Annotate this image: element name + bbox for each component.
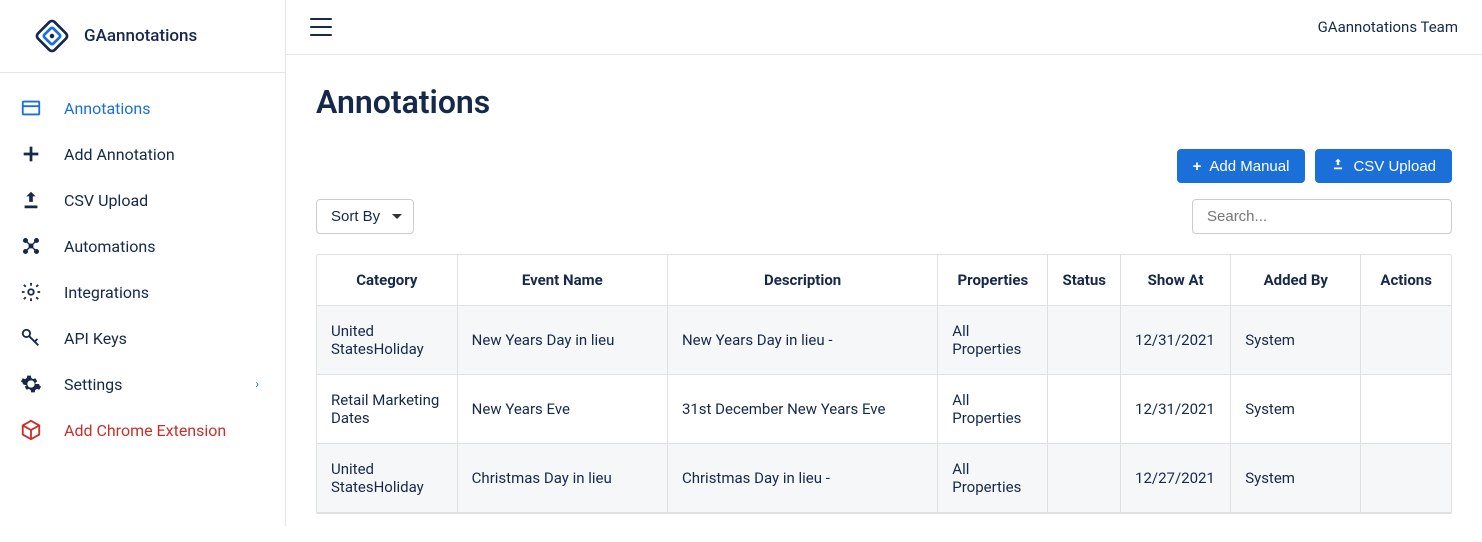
annotations-table: Category Event Name Description Properti… [316,254,1452,514]
upload-icon [1331,157,1345,175]
cell-description: 31st December New Years Eve [667,375,937,444]
cell-category: United StatesHoliday [317,444,457,513]
cell-actions[interactable] [1361,375,1451,444]
cell-actions[interactable] [1361,444,1451,513]
sidebar-item-csv-upload[interactable]: CSV Upload [0,177,285,223]
plus-icon: + [1193,158,1202,175]
brand-name: GAannotations [84,26,197,46]
cell-description: Christmas Day in lieu - [667,444,937,513]
hamburger-menu-icon[interactable] [310,18,332,36]
sidebar-item-label: Add Annotation [64,145,175,164]
cell-properties: All Properties [938,375,1048,444]
cell-added-by: System [1231,375,1361,444]
sidebar-item-automations[interactable]: Automations [0,223,285,269]
sidebar-item-label: API Keys [64,329,127,348]
sidebar-item-annotations[interactable]: Annotations [0,85,285,131]
cell-actions[interactable] [1361,306,1451,375]
cell-added-by: System [1231,306,1361,375]
cell-status [1048,375,1121,444]
plus-icon [20,143,42,165]
sidebar-item-label: Annotations [64,99,151,118]
column-header-category[interactable]: Category [317,255,457,306]
annotations-icon [20,97,42,119]
sidebar-item-chrome-extension[interactable]: Add Chrome Extension [0,407,285,453]
cube-icon [20,419,42,441]
cell-category: Retail Marketing Dates [317,375,457,444]
gear-icon [20,373,42,395]
upload-icon [20,189,42,211]
cell-added-by: System [1231,444,1361,513]
cell-show-at: 12/27/2021 [1121,444,1231,513]
table-row[interactable]: United StatesHolidayNew Years Day in lie… [317,306,1451,375]
sidebar: GAannotations Annotations [0,0,286,526]
sidebar-item-label: Integrations [64,283,149,302]
chevron-right-icon: › [255,377,259,391]
cell-event-name: New Years Eve [457,375,667,444]
sidebar-item-api-keys[interactable]: API Keys [0,315,285,361]
cell-status [1048,444,1121,513]
cell-properties: All Properties [938,444,1048,513]
brand[interactable]: GAannotations [0,0,285,73]
sidebar-item-label: CSV Upload [64,191,148,210]
integrations-icon [20,281,42,303]
table-row[interactable]: Retail Marketing DatesNew Years Eve31st … [317,375,1451,444]
column-header-properties[interactable]: Properties [938,255,1048,306]
column-header-show-at[interactable]: Show At [1121,255,1231,306]
column-header-event-name[interactable]: Event Name [457,255,667,306]
add-manual-button[interactable]: + Add Manual [1177,149,1306,183]
page-title: Annotations [316,83,1452,121]
sidebar-item-settings[interactable]: Settings › [0,361,285,407]
cell-status [1048,306,1121,375]
automations-icon [20,235,42,257]
cell-event-name: New Years Day in lieu [457,306,667,375]
csv-upload-button[interactable]: CSV Upload [1315,149,1452,183]
sidebar-item-add-annotation[interactable]: Add Annotation [0,131,285,177]
main-content: GAannotations Team Annotations + Add Man… [286,0,1482,526]
sort-select[interactable]: Sort By [316,199,414,234]
topbar: GAannotations Team [286,0,1482,55]
column-header-status[interactable]: Status [1048,255,1121,306]
table-header-row: Category Event Name Description Properti… [317,255,1451,306]
sidebar-item-label: Add Chrome Extension [64,421,226,440]
table-row[interactable]: United StatesHolidayChristmas Day in lie… [317,444,1451,513]
cell-category: United StatesHoliday [317,306,457,375]
column-header-actions[interactable]: Actions [1361,255,1451,306]
button-label: Add Manual [1209,158,1289,175]
key-icon [20,327,42,349]
button-label: CSV Upload [1353,158,1436,175]
cell-show-at: 12/31/2021 [1121,306,1231,375]
brand-logo-icon [34,18,70,54]
sidebar-item-label: Automations [64,237,155,256]
search-input[interactable] [1192,199,1452,234]
cell-description: New Years Day in lieu - [667,306,937,375]
column-header-added-by[interactable]: Added By [1231,255,1361,306]
column-header-description[interactable]: Description [667,255,937,306]
cell-show-at: 12/31/2021 [1121,375,1231,444]
team-name[interactable]: GAannotations Team [1318,18,1458,36]
sidebar-item-label: Settings [64,375,122,394]
sidebar-item-integrations[interactable]: Integrations [0,269,285,315]
cell-properties: All Properties [938,306,1048,375]
cell-event-name: Christmas Day in lieu [457,444,667,513]
